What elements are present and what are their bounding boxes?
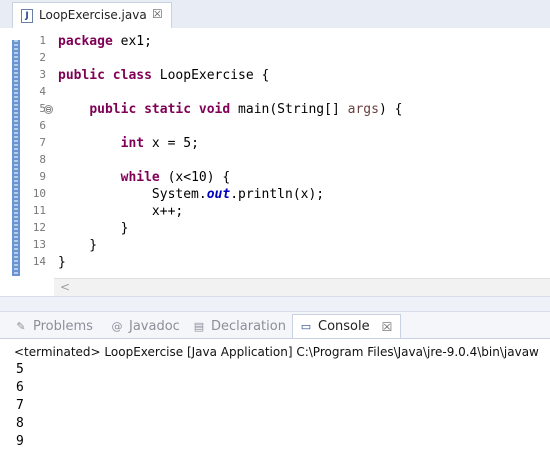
console-icon: ▭ — [300, 320, 312, 333]
horizontal-scrollbar[interactable]: < — [54, 278, 550, 297]
console-output-line: 5 — [16, 362, 24, 377]
code-line: public static void main(String[] args) { — [89, 102, 403, 117]
code-line: x++; — [58, 204, 184, 219]
line-number: 1 — [39, 34, 46, 47]
line-number: 6 — [39, 119, 46, 132]
problems-icon: ✎ — [16, 319, 26, 333]
code-line: public class LoopExercise { — [58, 68, 270, 83]
console-output-line: 6 — [16, 380, 24, 395]
line-number: 7 — [39, 136, 46, 149]
editor-tab-title: LoopExercise.java — [39, 8, 147, 22]
code-line: } — [58, 221, 129, 236]
tab-declaration[interactable]: ▤ Declaration — [192, 315, 286, 337]
line-number: 10 — [32, 187, 46, 200]
tab-javadoc[interactable]: @ Javadoc — [110, 315, 180, 337]
code-line: } — [58, 255, 66, 270]
code-line: } — [58, 238, 98, 253]
editor-tab-loopexercise[interactable]: J LoopExercise.java ☒ — [12, 2, 172, 28]
code-editor[interactable]: 1 2 3 4 5 6 7 8 9 10 11 12 13 14 ⊖ packa… — [0, 28, 550, 278]
fold-collapse-icon[interactable]: ⊖ — [44, 105, 53, 114]
close-icon[interactable]: ☒ — [382, 320, 393, 334]
tab-label: Javadoc — [129, 318, 180, 334]
console-output-line: 7 — [16, 398, 24, 413]
tab-problems[interactable]: ✎ Problems — [14, 315, 93, 337]
overview-ruler — [12, 40, 20, 276]
tab-label: Declaration — [211, 318, 286, 334]
editor-tab-bar: J LoopExercise.java ☒ — [0, 0, 550, 29]
tab-label: Console — [318, 319, 370, 334]
line-number: 13 — [32, 238, 46, 251]
java-file-icon: J — [21, 9, 33, 23]
line-number: 14 — [32, 255, 46, 268]
code-line: System.out.println(x); — [58, 187, 325, 202]
console-status-header: <terminated> LoopExercise [Java Applicat… — [14, 345, 539, 359]
code-line: while (x<10) { — [120, 170, 231, 185]
line-number: 9 — [39, 170, 46, 183]
scroll-left-icon[interactable]: < — [60, 280, 70, 294]
line-number: 4 — [39, 85, 46, 98]
close-icon[interactable]: ☒ — [152, 7, 163, 21]
line-number: 8 — [39, 153, 46, 166]
code-line: package ex1; — [58, 34, 152, 49]
views-tab-bar: ✎ Problems @ Javadoc ▤ Declaration ▭ Con… — [0, 312, 550, 339]
console-output-line: 9 — [16, 434, 24, 449]
line-number: 2 — [39, 51, 46, 64]
line-number: 12 — [32, 221, 46, 234]
editor-view-separator — [0, 296, 550, 312]
declaration-icon: ▤ — [193, 319, 205, 333]
code-line: int x = 5; — [120, 136, 199, 151]
tab-console[interactable]: ▭ Console ☒ — [292, 314, 402, 338]
line-number: 5 — [39, 102, 46, 115]
tab-label: Problems — [33, 318, 93, 334]
javadoc-icon: @ — [111, 319, 123, 333]
line-number: 3 — [39, 68, 46, 81]
line-number: 11 — [32, 204, 46, 217]
console-output-line: 8 — [16, 416, 24, 431]
